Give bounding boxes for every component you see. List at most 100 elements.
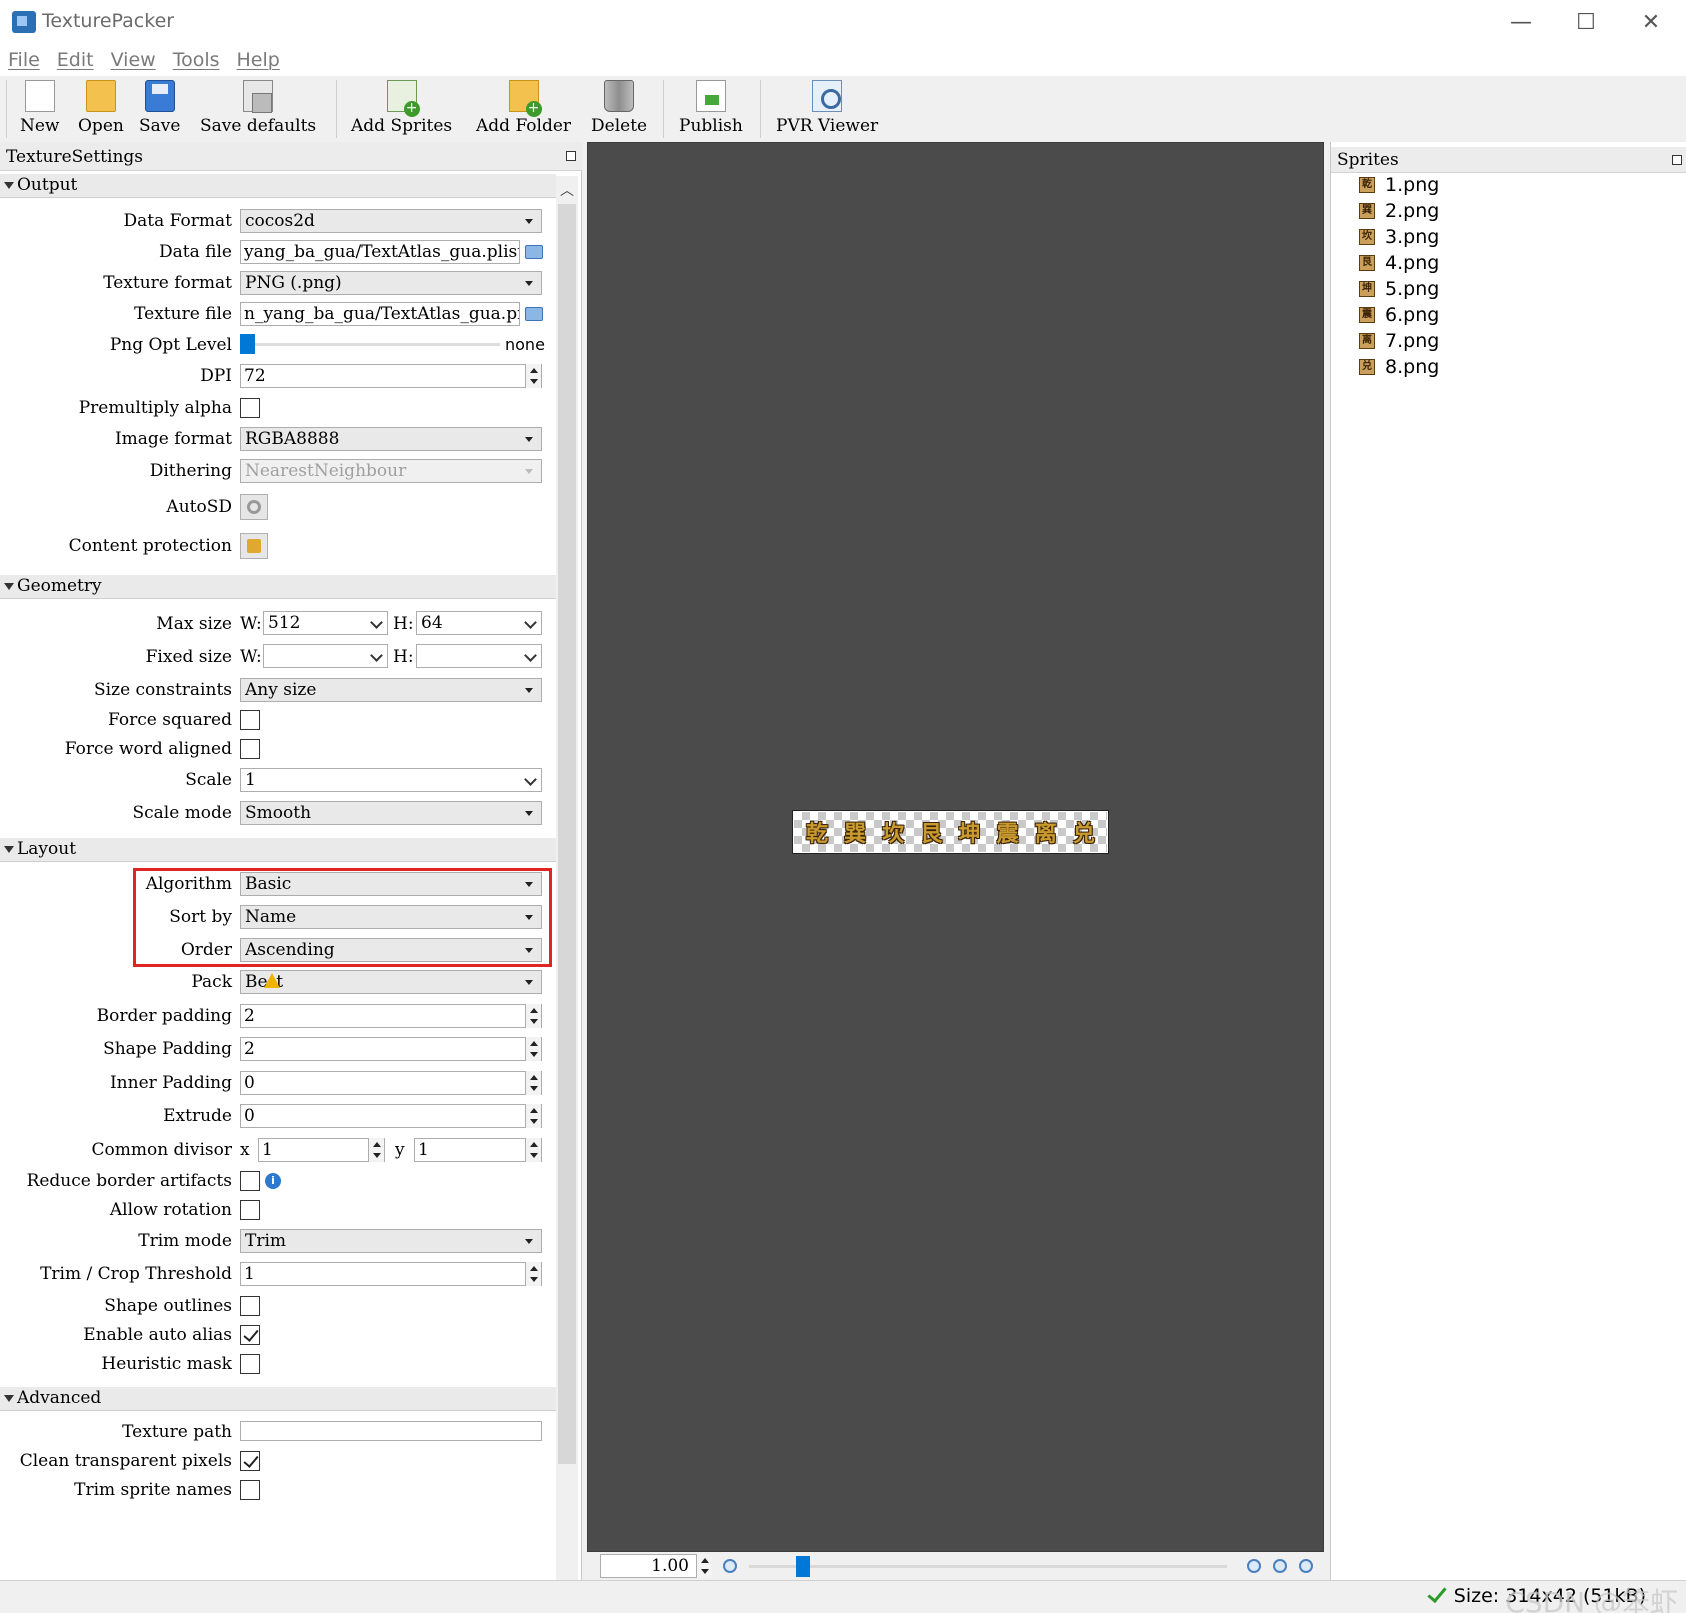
- autosd-button[interactable]: [240, 494, 268, 520]
- minimize-button[interactable]: —: [1486, 0, 1556, 44]
- sprite-list-item[interactable]: 兑 8.png: [1359, 354, 1439, 380]
- shape-outlines-checkbox[interactable]: [240, 1296, 260, 1316]
- png-opt-slider-handle[interactable]: [240, 334, 255, 354]
- texture-format-select[interactable]: PNG (.png): [240, 271, 542, 295]
- divisor-y-spin-arrows[interactable]: [525, 1138, 541, 1162]
- texture-file-input[interactable]: n_yang_ba_gua/TextAtlas_gua.png: [240, 302, 520, 326]
- sprite-list-item[interactable]: 坤 5.png: [1359, 276, 1439, 302]
- sprite-list-item[interactable]: 艮 4.png: [1359, 250, 1439, 276]
- collapse-triangle-icon: [4, 846, 14, 853]
- output-section-header[interactable]: Output: [0, 174, 556, 198]
- menu-help[interactable]: Help: [237, 49, 280, 71]
- trim-sprite-names-checkbox[interactable]: [240, 1480, 260, 1500]
- sprite-list-item[interactable]: 坎 3.png: [1359, 224, 1439, 250]
- force-word-aligned-checkbox[interactable]: [240, 739, 260, 759]
- max-width-combo[interactable]: 512: [263, 611, 388, 635]
- texture-path-input[interactable]: [240, 1421, 542, 1441]
- scrollbar-thumb[interactable]: [558, 204, 576, 1464]
- png-opt-track[interactable]: [250, 343, 500, 346]
- settings-scrollbar[interactable]: ︿ ﹀: [556, 176, 578, 1613]
- open-button[interactable]: Open: [78, 80, 124, 140]
- menu-file[interactable]: File: [8, 49, 40, 71]
- scale-label: Scale: [185, 770, 232, 790]
- border-padding-spin-arrows[interactable]: [525, 1004, 541, 1028]
- close-button[interactable]: ✕: [1616, 0, 1686, 44]
- border-padding-spinbox[interactable]: 2: [240, 1004, 542, 1028]
- pvr-viewer-button[interactable]: PVR Viewer: [776, 80, 878, 140]
- menu-edit[interactable]: Edit: [57, 49, 94, 71]
- menu-tools[interactable]: Tools: [173, 49, 220, 71]
- advanced-section-header[interactable]: Advanced: [0, 1387, 556, 1411]
- sprite-list-item[interactable]: 震 6.png: [1359, 302, 1439, 328]
- scale-combo[interactable]: 1: [240, 768, 542, 792]
- browse-folder-icon[interactable]: [525, 245, 543, 259]
- zoom-reset-icon[interactable]: [1299, 1559, 1313, 1573]
- pack-select[interactable]: Best: [240, 970, 542, 994]
- inner-padding-spin-arrows[interactable]: [525, 1071, 541, 1095]
- shape-padding-spinbox[interactable]: 2: [240, 1037, 542, 1061]
- dithering-select: NearestNeighbour: [240, 459, 542, 483]
- scroll-up-icon[interactable]: ︿: [556, 180, 578, 202]
- texture-atlas-preview[interactable]: 乾 巽 坎 艮 坤 震 离 兑: [792, 810, 1109, 854]
- premultiply-checkbox[interactable]: [240, 398, 260, 418]
- auto-alias-checkbox[interactable]: [240, 1325, 260, 1345]
- dpi-spinbox[interactable]: 72: [240, 364, 542, 388]
- zoom-fit-icon[interactable]: [1273, 1559, 1287, 1573]
- divisor-x-spinbox[interactable]: 1: [258, 1138, 385, 1162]
- browse-folder-icon[interactable]: [525, 307, 543, 321]
- new-button[interactable]: New: [20, 80, 60, 140]
- fixed-height-combo[interactable]: [416, 644, 542, 668]
- force-word-aligned-label: Force word aligned: [64, 739, 232, 759]
- add-folder-button[interactable]: Add Folder: [476, 80, 571, 140]
- divisor-y-spinbox[interactable]: 1: [414, 1138, 542, 1162]
- image-format-select[interactable]: RGBA8888: [240, 427, 542, 451]
- trim-threshold-label: Trim / Crop Threshold: [40, 1264, 232, 1284]
- data-format-label: Data Format: [123, 211, 232, 231]
- zoom-slider-handle[interactable]: [796, 1556, 810, 1577]
- atlas-glyph: 坤: [958, 822, 981, 847]
- data-format-select[interactable]: cocos2d: [240, 209, 542, 233]
- max-width-label: W:: [240, 614, 262, 634]
- zoom-slider-track[interactable]: [749, 1565, 1227, 1568]
- data-file-input[interactable]: yang_ba_gua/TextAtlas_gua.plist: [240, 240, 520, 264]
- undock-icon[interactable]: [1672, 155, 1682, 165]
- reduce-border-checkbox[interactable]: [240, 1171, 260, 1191]
- maximize-button[interactable]: ☐: [1551, 0, 1621, 44]
- trim-mode-select[interactable]: Trim: [240, 1229, 542, 1253]
- allow-rotation-checkbox[interactable]: [240, 1200, 260, 1220]
- content-protection-label: Content protection: [68, 536, 232, 556]
- extrude-spinbox[interactable]: 0: [240, 1104, 542, 1128]
- clean-transparent-checkbox[interactable]: [240, 1451, 260, 1471]
- sprite-list-item[interactable]: 巽 2.png: [1359, 198, 1439, 224]
- trim-threshold-spin-arrows[interactable]: [525, 1262, 541, 1286]
- save-defaults-button[interactable]: Save defaults: [200, 80, 316, 140]
- shape-padding-spin-arrows[interactable]: [525, 1037, 541, 1061]
- heuristic-mask-checkbox[interactable]: [240, 1354, 260, 1374]
- fixed-width-combo[interactable]: [263, 644, 388, 668]
- max-height-combo[interactable]: 64: [416, 611, 542, 635]
- trim-threshold-spinbox[interactable]: 1: [240, 1262, 542, 1286]
- content-protection-button[interactable]: [240, 533, 268, 559]
- undock-icon[interactable]: [566, 151, 576, 161]
- scale-mode-select[interactable]: Smooth: [240, 801, 542, 825]
- zoom-in-icon[interactable]: [1247, 1559, 1261, 1573]
- status-bar: Size: 314x42 (51kB) CSDN @笨虾: [0, 1580, 1686, 1613]
- delete-button[interactable]: Delete: [591, 80, 647, 140]
- menu-view[interactable]: View: [111, 49, 156, 71]
- geometry-section-header[interactable]: Geometry: [0, 575, 556, 599]
- add-sprites-button[interactable]: Add Sprites: [351, 80, 452, 140]
- save-button[interactable]: Save: [139, 80, 180, 140]
- inner-padding-spinbox[interactable]: 0: [240, 1071, 542, 1095]
- publish-button[interactable]: Publish: [679, 80, 743, 140]
- sprite-list-item[interactable]: 乾 1.png: [1359, 172, 1439, 198]
- zoom-out-icon[interactable]: [723, 1559, 737, 1573]
- extrude-spin-arrows[interactable]: [525, 1104, 541, 1128]
- zoom-spin-arrows[interactable]: [696, 1554, 712, 1578]
- dpi-spin-arrows[interactable]: [525, 364, 541, 388]
- force-squared-checkbox[interactable]: [240, 710, 260, 730]
- layout-section-header[interactable]: Layout: [0, 838, 556, 862]
- info-icon[interactable]: i: [265, 1173, 281, 1189]
- divisor-x-spin-arrows[interactable]: [368, 1138, 384, 1162]
- size-constraints-select[interactable]: Any size: [240, 678, 542, 702]
- sprite-list-item[interactable]: 离 7.png: [1359, 328, 1439, 354]
